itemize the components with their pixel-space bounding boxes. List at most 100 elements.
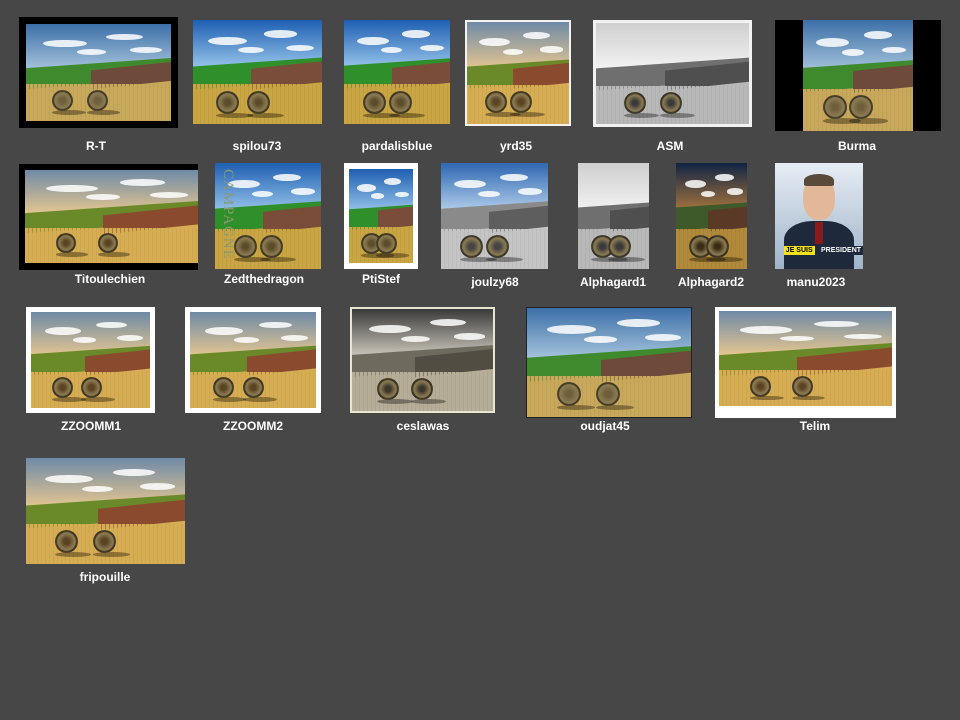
thumbnail-image[interactable] <box>527 308 691 417</box>
thumbnail-image[interactable] <box>193 20 322 124</box>
photo-scene <box>596 23 749 124</box>
thumbnail-label[interactable]: Zedthedragon <box>204 272 324 286</box>
thumbnail-label[interactable]: Titoulechien <box>50 272 170 286</box>
cloud-shape <box>401 335 430 342</box>
hay-bale <box>623 91 646 114</box>
hay-bale <box>607 235 631 259</box>
thumbnail-label[interactable]: pardalisblue <box>337 139 457 153</box>
cloud-shape <box>81 485 114 492</box>
cloud-shape <box>645 334 682 341</box>
thumbnail-image[interactable] <box>344 20 450 124</box>
thumbnail-label[interactable]: ZZOOMM1 <box>31 419 151 433</box>
bale-shadow <box>375 252 410 258</box>
hay-bale <box>375 232 397 254</box>
cloud-shape <box>814 320 860 328</box>
cloud-shape <box>205 327 243 336</box>
thumbnail-label[interactable]: Telim <box>755 419 875 433</box>
thumbnail-image[interactable] <box>190 312 316 408</box>
cloud-shape <box>208 36 248 45</box>
side-text: CAMPAGNE <box>220 169 236 260</box>
thumbnail-label[interactable]: Alphagard2 <box>651 275 771 289</box>
thumbnail-image[interactable] <box>467 22 569 124</box>
cloud-shape <box>252 190 274 197</box>
cloud-shape <box>453 333 485 340</box>
cloud-shape <box>116 335 143 341</box>
thumbnail-label[interactable]: PtiStef <box>321 272 441 286</box>
thumbnail-label[interactable]: spilou73 <box>197 139 317 153</box>
hay-bale <box>54 530 78 554</box>
thumbnail-label[interactable]: oudjat45 <box>545 419 665 433</box>
bale-shadow <box>80 397 115 403</box>
thumbnail-image[interactable] <box>349 169 413 263</box>
thumbnail-label[interactable]: Burma <box>797 139 917 153</box>
bale-shadow <box>849 118 888 124</box>
photo-scene <box>352 309 493 411</box>
thumbnail-label[interactable]: ASM <box>610 139 730 153</box>
cloud-shape <box>356 36 389 45</box>
photo-brown-field <box>377 206 413 230</box>
cloud-shape <box>478 190 500 197</box>
cloud-shape <box>113 468 155 476</box>
cloud-shape <box>45 327 81 336</box>
bale-shadow <box>97 252 130 257</box>
hay-bale <box>595 382 620 407</box>
thumbnail-image[interactable] <box>25 170 198 263</box>
bale-shadow <box>660 112 696 118</box>
thumbnail-image[interactable] <box>676 163 747 269</box>
hay-bale <box>556 382 581 407</box>
portrait-poster: JE SUIS PRESIDENT <box>775 163 863 269</box>
badge-left: JE SUIS <box>783 245 815 255</box>
cloud-shape <box>727 188 743 195</box>
hay-bale <box>247 90 271 114</box>
thumbnail-image[interactable] <box>441 163 548 269</box>
thumbnail-image[interactable] <box>26 458 185 564</box>
thumbnail-label[interactable]: R-T <box>36 139 156 153</box>
cloud-shape <box>356 184 376 192</box>
cloud-shape <box>540 46 563 53</box>
thumbnail-image[interactable]: JE SUIS PRESIDENT <box>775 163 863 269</box>
hay-bale <box>363 90 387 114</box>
hay-bale <box>791 375 813 397</box>
badge-right: PRESIDENT <box>819 245 863 255</box>
thumbnail-image[interactable] <box>352 309 493 411</box>
thumbnail-image[interactable] <box>578 163 649 269</box>
cloud-shape <box>85 194 121 200</box>
cloud-shape <box>617 318 660 327</box>
thumbnail-label[interactable]: manu2023 <box>756 275 876 289</box>
thumbnail-label[interactable]: ceslawas <box>363 419 483 433</box>
hay-bale <box>234 235 258 259</box>
thumbnail-image[interactable] <box>26 24 171 121</box>
cloud-shape <box>72 336 97 343</box>
tie-shape <box>815 222 823 244</box>
cloud-shape <box>273 173 301 181</box>
cloud-shape <box>739 326 792 334</box>
cloud-shape <box>402 30 430 38</box>
thumbnail-image[interactable] <box>719 311 892 406</box>
hay-bale <box>92 530 116 554</box>
photo-scene <box>441 163 548 269</box>
bale-shadow <box>212 397 247 403</box>
bale-shadow <box>56 252 89 257</box>
thumbnail-image[interactable] <box>596 23 749 124</box>
hay-bale <box>705 235 729 259</box>
thumbnail-image[interactable]: CAMPAGNE <box>215 163 321 269</box>
hay-bale <box>212 377 234 399</box>
cloud-shape <box>149 192 188 198</box>
photo-scene <box>25 170 198 263</box>
photo-scene <box>467 22 569 124</box>
photo-scene <box>578 163 649 269</box>
bale-shadow <box>247 112 284 118</box>
photo-scene <box>193 20 322 124</box>
photo-scene <box>676 163 747 269</box>
thumbnail-image[interactable] <box>31 312 150 408</box>
hay-bale <box>259 235 283 259</box>
hay-bale <box>86 89 108 111</box>
thumbnail-label[interactable]: ZZOOMM2 <box>193 419 313 433</box>
photo-scene <box>803 20 913 131</box>
thumbnail-label[interactable]: fripouille <box>45 570 165 584</box>
hay-bale <box>216 90 240 114</box>
cloud-shape <box>263 30 298 38</box>
thumbnail-label[interactable]: yrd35 <box>456 139 576 153</box>
thumbnail-image[interactable] <box>803 20 913 131</box>
thumbnail-label[interactable]: joulzy68 <box>435 275 555 289</box>
